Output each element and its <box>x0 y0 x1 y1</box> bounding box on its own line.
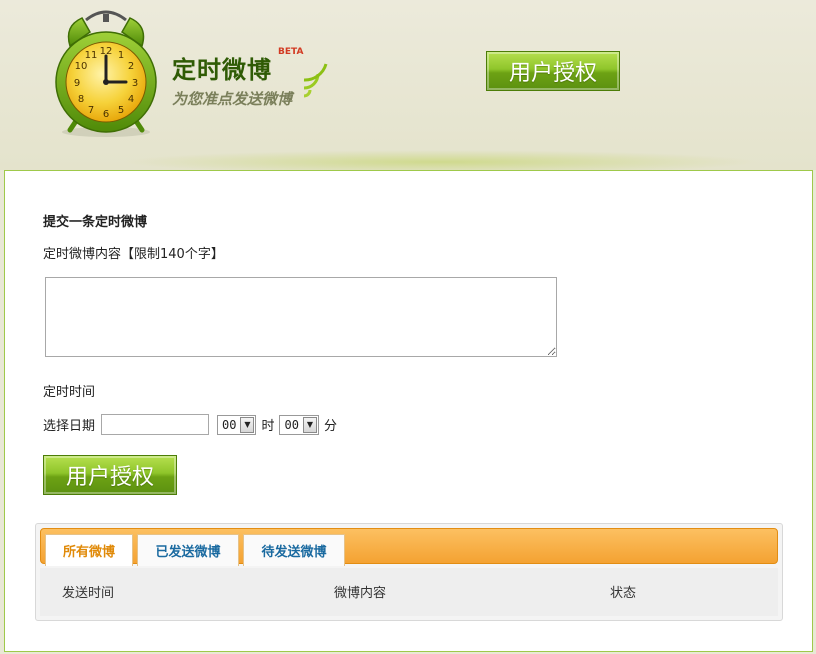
minute-select[interactable]: 00 ▼ <box>279 414 319 435</box>
weibo-tabs-panel: 所有微博 已发送微博 待发送微博 发送时间 微博内容 状态 <box>35 523 783 621</box>
column-send-time: 发送时间 <box>62 586 115 601</box>
svg-text:6: 6 <box>103 109 109 120</box>
hour-unit: 时 <box>261 419 275 434</box>
minute-value: 00 <box>284 417 299 432</box>
submit-auth-button[interactable]: 用户授权 <box>43 455 177 495</box>
signal-waves-icon <box>303 63 328 98</box>
brand-title: 定时微博 <box>172 56 272 84</box>
svg-text:1: 1 <box>118 50 124 61</box>
main-panel: 提交一条定时微博 定时微博内容【限制140个字】 定时时间 选择日期 00 ▼ … <box>4 170 813 652</box>
column-status: 状态 <box>610 586 637 601</box>
schedule-time-label: 定时时间 <box>43 385 96 400</box>
hour-select[interactable]: 00 ▼ <box>217 414 257 435</box>
column-weibo-content: 微博内容 <box>334 586 387 601</box>
svg-text:8: 8 <box>78 94 84 105</box>
weibo-content-textarea[interactable] <box>45 277 557 357</box>
svg-text:3: 3 <box>132 78 138 89</box>
date-label: 选择日期 <box>43 419 96 434</box>
tab-pending-weibo[interactable]: 待发送微博 <box>243 534 345 566</box>
svg-text:5: 5 <box>118 105 124 116</box>
brand-beta-badge: BETA <box>278 47 304 57</box>
dropdown-arrow-icon[interactable]: ▼ <box>240 416 255 433</box>
svg-text:7: 7 <box>88 105 94 116</box>
table-header: 发送时间 微博内容 状态 <box>40 568 778 616</box>
date-input[interactable] <box>101 414 210 435</box>
svg-text:2: 2 <box>128 61 134 72</box>
form-heading: 提交一条定时微博 <box>43 215 148 230</box>
alarm-clock-icon: 12 1 2 3 4 5 6 7 8 9 10 11 <box>55 10 157 137</box>
svg-text:11: 11 <box>85 50 98 61</box>
date-time-row: 选择日期 00 ▼ 时 00 ▼ 分 <box>43 414 342 435</box>
svg-text:10: 10 <box>75 61 88 72</box>
header: 12 1 2 3 4 5 6 7 8 9 10 11 定时微博 BETA 为您准… <box>0 0 816 174</box>
tab-sent-weibo[interactable]: 已发送微博 <box>137 534 239 566</box>
tab-bar: 所有微博 已发送微博 待发送微博 <box>40 528 778 566</box>
minute-unit: 分 <box>323 419 337 434</box>
header-auth-button[interactable]: 用户授权 <box>486 51 620 91</box>
svg-text:4: 4 <box>128 94 134 105</box>
hour-value: 00 <box>222 417 237 432</box>
brand-tagline: 为您准点发送微博 <box>172 90 293 108</box>
tab-all-weibo[interactable]: 所有微博 <box>45 534 133 566</box>
dropdown-arrow-icon[interactable]: ▼ <box>302 416 317 433</box>
svg-text:9: 9 <box>74 78 80 89</box>
content-label: 定时微博内容【限制140个字】 <box>43 247 224 262</box>
